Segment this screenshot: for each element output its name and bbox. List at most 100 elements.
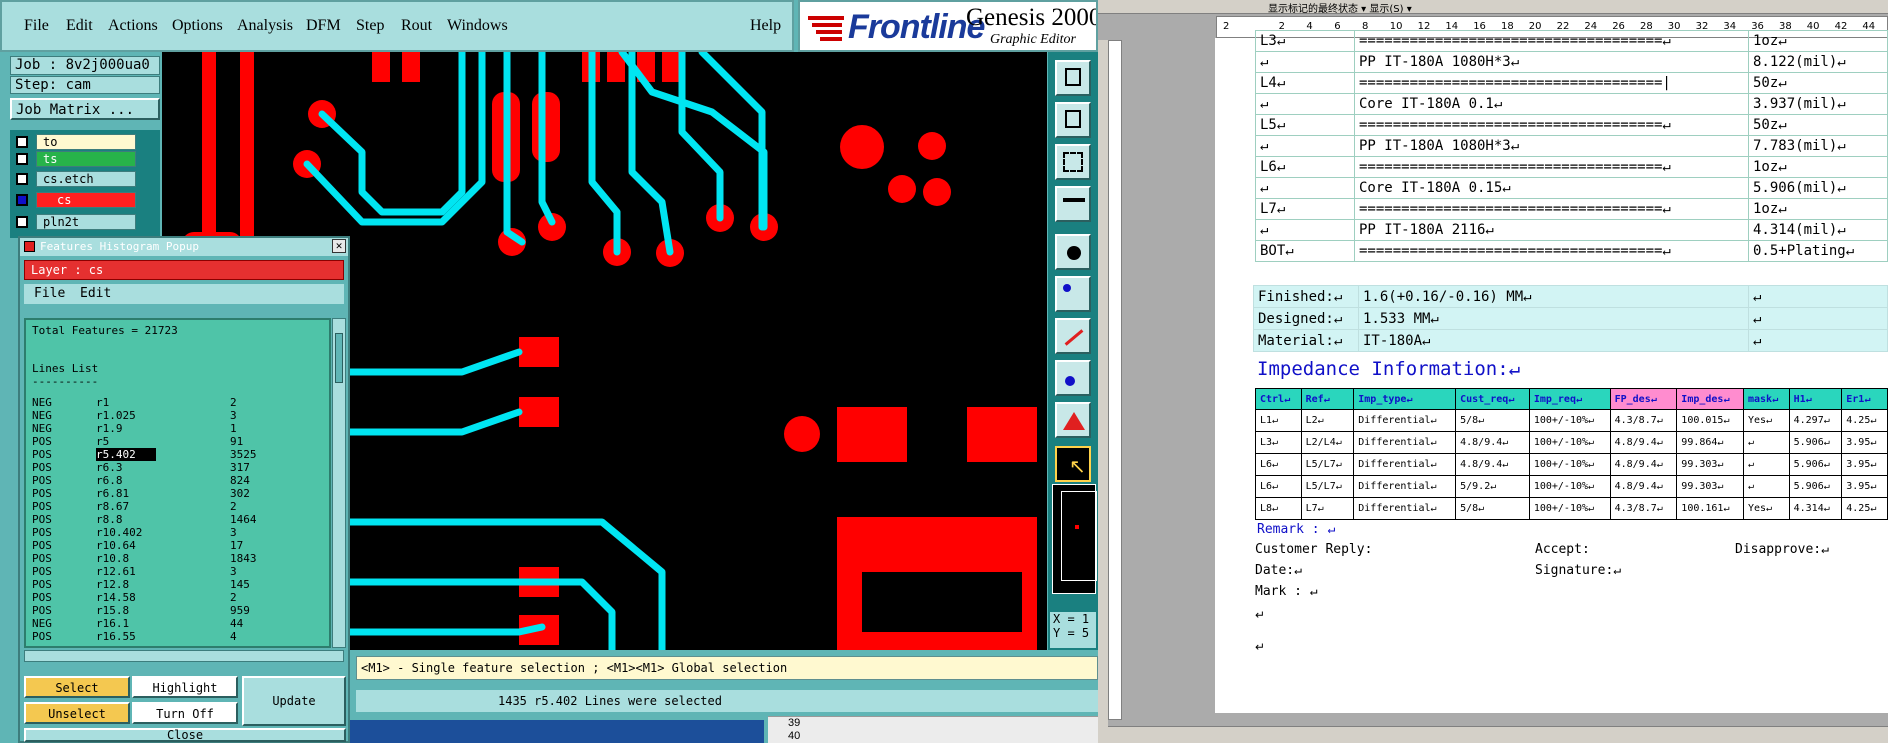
snap-button[interactable] [1055,234,1091,270]
info-cell: Designed:↵ [1253,307,1359,330]
info-cell: 1.6(+0.16/-0.16) MM↵ [1358,285,1749,308]
zoom-back-button[interactable] [1055,102,1091,138]
feature-symbol: r6.81 [96,487,130,500]
feature-row[interactable]: POS r10.402 3 [32,526,290,539]
feature-row[interactable]: POS r6.3 317 [32,461,290,474]
unselect-button[interactable]: Unselect [24,702,130,724]
branding-box: Frontline Genesis 2000 Graphic Editor [798,0,1098,52]
feature-row[interactable]: POS r5 91 [32,435,290,448]
settings-button[interactable] [1055,186,1091,222]
pointer-button[interactable]: ↖ [1055,446,1091,482]
menu-actions[interactable]: Actions [108,17,158,35]
menu-help[interactable]: Help [750,17,781,35]
stackup-cell: 1oz↵ [1748,156,1888,178]
layer-check[interactable] [16,136,28,148]
feature-row[interactable]: POS r10.64 17 [32,539,290,552]
feature-row[interactable]: POS r6.81 302 [32,487,290,500]
zoom-home-button[interactable] [1055,60,1091,96]
job-matrix-button[interactable]: Job Matrix ... [10,98,160,120]
menu-bar: File Edit Actions Options Analysis DFM S… [0,0,794,52]
features-histogram-popup: Features Histogram Popup ✕ Layer : cs Fi… [18,236,350,743]
feature-row[interactable]: POS r12.8 145 [32,578,290,591]
sheet-row-number: 39 [788,717,801,729]
document-page[interactable]: L3↵ ====================================↵… [1215,30,1888,713]
impedance-cell: 100.161↵ [1676,497,1744,520]
layer-row-cs[interactable]: cs [16,192,138,208]
feature-symbol: r12.61 [96,565,136,578]
close-icon[interactable]: ✕ [332,239,346,253]
impedance-row: L8↵ L7↵ Differential↵ 5/8↵ 100+/-10%↵ 4.3/8.7… [1255,497,1888,520]
zoom-fit-button[interactable] [1055,144,1091,180]
feature-row[interactable]: POS r8.8 1464 [32,513,290,526]
layer-row-to[interactable]: to [16,134,138,150]
stackup-cell: 5.906(mil)↵ [1748,177,1888,199]
stackup-row: L4↵ ====================================|… [1255,72,1888,94]
popup-menu-file[interactable]: File [34,286,65,301]
list-horizontal-scrollbar[interactable] [24,650,344,662]
date-label: Date:↵ [1255,563,1302,578]
menu-file[interactable]: File [24,17,49,35]
menu-rout[interactable]: Rout [401,17,432,35]
layer-check[interactable] [16,194,28,206]
job-label: Job : 8v2j000ua0 [10,56,160,75]
feature-row[interactable]: NEG r1 2 [32,396,290,409]
feature-row[interactable]: POS r15.8 959 [32,604,290,617]
stackup-cell: ====================================↵ [1354,198,1749,220]
popup-menu-edit[interactable]: Edit [80,286,111,301]
stackup-row: L3↵ ====================================↵… [1255,30,1888,52]
feature-row[interactable]: NEG r16.1 44 [32,617,290,630]
graphic-toolbar: ↖ X = 1 Y = 5 [1048,52,1098,650]
scroll-thumb[interactable] [335,333,343,383]
feature-row[interactable]: POS r12.61 3 [32,565,290,578]
triangle-icon [1063,412,1085,430]
feature-row[interactable]: POS r16.55 4 [32,630,290,643]
impedance-cell: 5.906↵ [1788,475,1843,498]
feature-polarity: POS [32,500,52,513]
feature-row[interactable]: POS r8.67 2 [32,500,290,513]
turn-off-button[interactable]: Turn Off [132,702,238,724]
stackup-cell: PP IT-180A 2116↵ [1354,219,1749,241]
select-region-button[interactable] [1055,360,1091,396]
feature-row[interactable]: POS r6.8 824 [32,474,290,487]
net-button[interactable] [1055,276,1091,312]
select-button[interactable]: Select [24,676,130,698]
polygon-button[interactable] [1055,402,1091,438]
feature-row[interactable]: POS r5.402 3525 [32,448,290,461]
accept-label: Accept: [1535,542,1590,557]
menu-analysis[interactable]: Analysis [237,17,293,35]
menu-windows[interactable]: Windows [447,17,508,35]
layer-row-ts[interactable]: ts [16,151,138,167]
close-button[interactable]: Close [24,728,346,742]
layer-check[interactable] [16,173,28,185]
impedance-header-cell: Imp_type↵ [1353,388,1457,410]
layer-row-cs-etch[interactable]: cs.etch [16,171,138,187]
highlight-button[interactable]: Highlight [132,676,238,698]
menu-options[interactable]: Options [172,17,223,35]
feature-row[interactable]: NEG r1.9 1 [32,422,290,435]
stackup-cell: ====================================↵ [1354,156,1749,178]
feature-symbol: r1.9 [96,422,123,435]
layer-check[interactable] [16,216,28,228]
vertical-ruler[interactable] [1108,40,1122,720]
menu-edit[interactable]: Edit [66,17,93,35]
update-button[interactable]: Update [242,676,346,726]
feature-row[interactable]: NEG r1.025 3 [32,409,290,422]
stackup-cell: L3↵ [1255,30,1355,52]
layer-check[interactable] [16,153,28,165]
feature-row[interactable]: POS r14.58 2 [32,591,290,604]
feature-count: 317 [230,461,250,474]
features-list[interactable]: Total Features = 21723 Lines List ------… [24,318,331,648]
feature-row[interactable]: POS r10.8 1843 [32,552,290,565]
impedance-header-row: Ctrl↵ Ref↵ Imp_type↵ Cust_req↵ Imp_req↵ FP_de… [1255,388,1888,410]
list-vertical-scrollbar[interactable] [332,318,346,648]
stackup-row: L5↵ ====================================↵… [1255,114,1888,136]
overview-map[interactable] [1052,484,1097,594]
feature-polarity: POS [32,448,52,461]
feature-symbol: r5.402 [96,448,230,461]
stackup-row: L6↵ ====================================↵… [1255,156,1888,178]
track-changes-dropdown[interactable]: 显示标记的最终状态 ▾ 显示(S) ▾ [1268,0,1412,13]
menu-step[interactable]: Step [356,17,384,35]
menu-dfm[interactable]: DFM [306,17,341,35]
layer-row-pln2t[interactable]: pln2t [16,214,138,230]
measure-button[interactable] [1055,318,1091,354]
